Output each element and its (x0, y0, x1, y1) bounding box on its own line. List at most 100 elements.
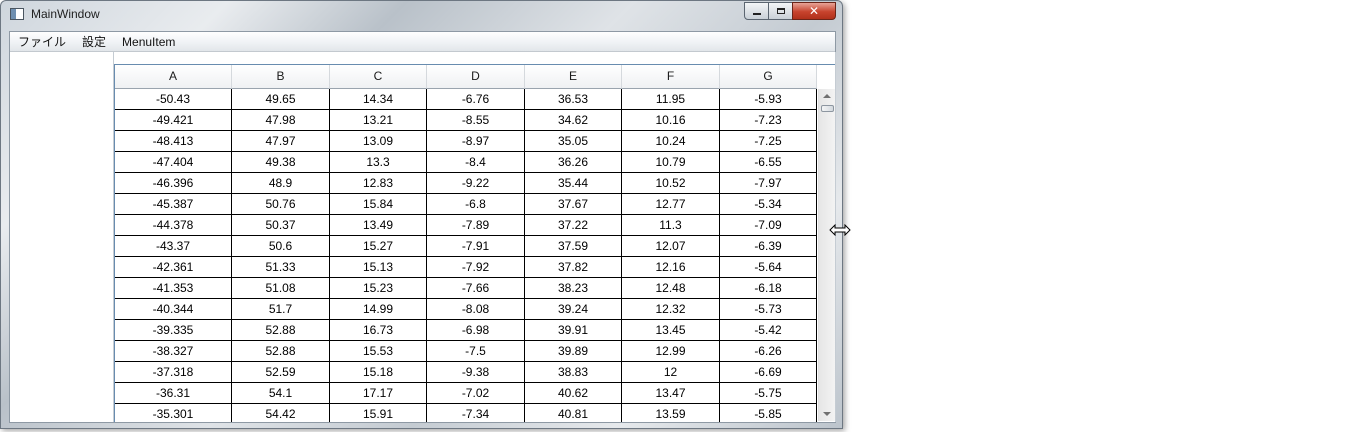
table-row[interactable]: -41.353 51.08 15.23 -7.66 38.23 12.48 -6.18 (115, 278, 817, 299)
table-cell-b[interactable]: 52.88 (232, 320, 330, 341)
vertical-scrollbar[interactable] (818, 89, 835, 421)
table-row[interactable]: -42.361 51.33 15.13 -7.92 37.82 12.16 -5.64 (115, 257, 817, 278)
table-cell-e[interactable]: 38.23 (525, 278, 622, 299)
table-cell-b[interactable]: 48.9 (232, 173, 330, 194)
table-cell-d[interactable]: -6.98 (427, 320, 525, 341)
table-cell-d[interactable]: -6.8 (427, 194, 525, 215)
table-cell-f[interactable]: 12.07 (622, 236, 720, 257)
table-cell-c[interactable]: 15.27 (330, 236, 427, 257)
table-row[interactable]: -48.413 47.97 13.09 -8.97 35.05 10.24 -7.25 (115, 131, 817, 152)
table-cell-e[interactable]: 37.59 (525, 236, 622, 257)
table-cell-f[interactable]: 12.48 (622, 278, 720, 299)
table-cell-f[interactable]: 12.32 (622, 299, 720, 320)
table-cell-a[interactable]: -43.37 (115, 236, 232, 257)
table-cell-f[interactable]: 12.16 (622, 257, 720, 278)
table-cell-c[interactable]: 15.13 (330, 257, 427, 278)
table-cell-c[interactable]: 12.83 (330, 173, 427, 194)
table-cell-f[interactable]: 10.24 (622, 131, 720, 152)
table-cell-d[interactable]: -7.5 (427, 341, 525, 362)
table-cell-a[interactable]: -35.301 (115, 404, 232, 422)
table-cell-c[interactable]: 13.49 (330, 215, 427, 236)
table-cell-g[interactable]: -5.93 (720, 89, 817, 110)
menu-settings[interactable]: 設定 (74, 32, 114, 52)
table-cell-b[interactable]: 47.97 (232, 131, 330, 152)
table-cell-d[interactable]: -9.22 (427, 173, 525, 194)
table-cell-e[interactable]: 35.44 (525, 173, 622, 194)
table-row[interactable]: -50.43 49.65 14.34 -6.76 36.53 11.95 -5.93 (115, 89, 817, 110)
table-cell-b[interactable]: 50.76 (232, 194, 330, 215)
table-cell-a[interactable]: -49.421 (115, 110, 232, 131)
table-cell-f[interactable]: 13.47 (622, 383, 720, 404)
table-cell-b[interactable]: 51.7 (232, 299, 330, 320)
table-row[interactable]: -36.31 54.1 17.17 -7.02 40.62 13.47 -5.75 (115, 383, 817, 404)
table-cell-e[interactable]: 39.24 (525, 299, 622, 320)
column-header-g[interactable]: G (720, 65, 817, 89)
table-cell-c[interactable]: 15.91 (330, 404, 427, 422)
table-row[interactable]: -43.37 50.6 15.27 -7.91 37.59 12.07 -6.39 (115, 236, 817, 257)
table-row[interactable]: -46.396 48.9 12.83 -9.22 35.44 10.52 -7.97 (115, 173, 817, 194)
table-cell-g[interactable]: -5.42 (720, 320, 817, 341)
table-row[interactable]: -45.387 50.76 15.84 -6.8 37.67 12.77 -5.34 (115, 194, 817, 215)
table-cell-a[interactable]: -38.327 (115, 341, 232, 362)
table-cell-g[interactable]: -7.23 (720, 110, 817, 131)
table-cell-a[interactable]: -47.404 (115, 152, 232, 173)
table-row[interactable]: -37.318 52.59 15.18 -9.38 38.83 12 -6.69 (115, 362, 817, 383)
table-cell-c[interactable]: 15.23 (330, 278, 427, 299)
table-cell-c[interactable]: 13.09 (330, 131, 427, 152)
table-cell-c[interactable]: 15.53 (330, 341, 427, 362)
table-cell-g[interactable]: -5.64 (720, 257, 817, 278)
table-cell-g[interactable]: -7.97 (720, 173, 817, 194)
table-cell-d[interactable]: -8.97 (427, 131, 525, 152)
table-row[interactable]: -49.421 47.98 13.21 -8.55 34.62 10.16 -7.23 (115, 110, 817, 131)
table-cell-g[interactable]: -5.34 (720, 194, 817, 215)
table-cell-c[interactable]: 14.99 (330, 299, 427, 320)
table-cell-g[interactable]: -5.85 (720, 404, 817, 422)
table-cell-e[interactable]: 39.89 (525, 341, 622, 362)
menu-menuitem[interactable]: MenuItem (114, 32, 183, 52)
table-cell-e[interactable]: 34.62 (525, 110, 622, 131)
table-row[interactable]: -40.344 51.7 14.99 -8.08 39.24 12.32 -5.73 (115, 299, 817, 320)
table-row[interactable]: -39.335 52.88 16.73 -6.98 39.91 13.45 -5.42 (115, 320, 817, 341)
table-cell-f[interactable]: 10.52 (622, 173, 720, 194)
close-button[interactable]: ✕ (792, 2, 836, 20)
table-cell-e[interactable]: 38.83 (525, 362, 622, 383)
table-cell-b[interactable]: 52.59 (232, 362, 330, 383)
table-cell-d[interactable]: -8.4 (427, 152, 525, 173)
column-header-e[interactable]: E (525, 65, 622, 89)
table-cell-c[interactable]: 13.21 (330, 110, 427, 131)
table-cell-a[interactable]: -48.413 (115, 131, 232, 152)
table-cell-b[interactable]: 49.65 (232, 89, 330, 110)
table-cell-c[interactable]: 14.34 (330, 89, 427, 110)
table-cell-b[interactable]: 49.38 (232, 152, 330, 173)
table-cell-d[interactable]: -7.89 (427, 215, 525, 236)
table-cell-e[interactable]: 40.81 (525, 404, 622, 422)
table-cell-g[interactable]: -6.69 (720, 362, 817, 383)
table-cell-d[interactable]: -7.92 (427, 257, 525, 278)
table-cell-f[interactable]: 11.95 (622, 89, 720, 110)
table-cell-f[interactable]: 12 (622, 362, 720, 383)
table-cell-d[interactable]: -7.66 (427, 278, 525, 299)
table-cell-f[interactable]: 13.59 (622, 404, 720, 422)
column-header-b[interactable]: B (232, 65, 330, 89)
table-cell-e[interactable]: 36.53 (525, 89, 622, 110)
table-cell-a[interactable]: -40.344 (115, 299, 232, 320)
scroll-down-arrow-icon[interactable] (823, 412, 831, 416)
column-header-a[interactable]: A (115, 65, 232, 89)
table-row[interactable]: -38.327 52.88 15.53 -7.5 39.89 12.99 -6.26 (115, 341, 817, 362)
table-cell-a[interactable]: -44.378 (115, 215, 232, 236)
minimize-button[interactable] (744, 2, 769, 20)
table-row[interactable]: -47.404 49.38 13.3 -8.4 36.26 10.79 -6.55 (115, 152, 817, 173)
table-cell-b[interactable]: 47.98 (232, 110, 330, 131)
table-cell-d[interactable]: -7.91 (427, 236, 525, 257)
table-cell-e[interactable]: 39.91 (525, 320, 622, 341)
table-cell-c[interactable]: 13.3 (330, 152, 427, 173)
table-cell-b[interactable]: 54.1 (232, 383, 330, 404)
scroll-thumb[interactable] (821, 105, 834, 112)
column-header-c[interactable]: C (330, 65, 427, 89)
data-grid[interactable]: A B C D E F G -50.43 49.65 14.34 -6.76 36.53… (114, 64, 835, 422)
table-cell-g[interactable]: -5.75 (720, 383, 817, 404)
table-cell-f[interactable]: 10.16 (622, 110, 720, 131)
table-cell-d[interactable]: -9.38 (427, 362, 525, 383)
table-cell-a[interactable]: -39.335 (115, 320, 232, 341)
window-app-icon[interactable] (10, 8, 24, 20)
